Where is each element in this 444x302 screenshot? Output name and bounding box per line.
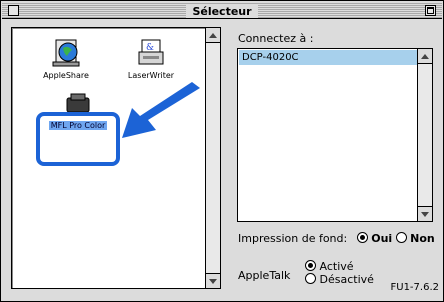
radio-icon [395,232,407,243]
scroll-up-icon[interactable] [418,49,432,64]
background-printing-label: Impression de fond: [238,232,348,245]
device-row[interactable]: DCP-4020C [239,50,417,65]
list-item[interactable]: AppleShare [36,38,96,81]
laserwriter-icon: & [138,39,164,65]
annotation-arrow-icon [122,82,200,138]
zoom-box[interactable] [425,5,436,16]
connect-label: Connectez à : [238,32,314,45]
title-bar[interactable]: Sélecteur [2,2,442,19]
radio-selected-icon [356,232,368,243]
list-item[interactable]: & LaserWriter [126,38,176,81]
scroll-down-icon[interactable] [418,206,432,221]
left-scrollbar[interactable] [205,28,220,288]
radio-inactive[interactable]: Désactivé [305,273,374,286]
radio-active[interactable]: Activé [305,260,374,273]
appletalk-label: AppleTalk [238,269,291,282]
chooser-window: Sélecteur AppleShare & LaserWriter MFL P… [0,0,444,302]
device-list[interactable]: DCP-4020C [237,48,433,222]
highlight-box [36,112,120,166]
radio-selected-icon [305,260,316,271]
appleshare-icon [52,39,80,67]
radio-icon [305,273,316,284]
scroll-down-icon[interactable] [206,273,220,288]
driver-list[interactable]: AppleShare & LaserWriter MFL Pro Color [11,27,221,289]
appletalk-options: Activé Désactivé [305,260,374,286]
background-printing: Impression de fond: Oui Non [238,232,435,245]
appleshare-label: AppleShare [43,71,89,80]
version-label: FU1-7.6.2 [390,282,440,293]
radio-oui[interactable]: Oui [356,232,392,245]
device-scrollbar[interactable] [417,49,432,221]
scroll-up-icon[interactable] [206,28,220,43]
window-title: Sélecteur [2,2,442,20]
radio-non[interactable]: Non [395,232,435,245]
